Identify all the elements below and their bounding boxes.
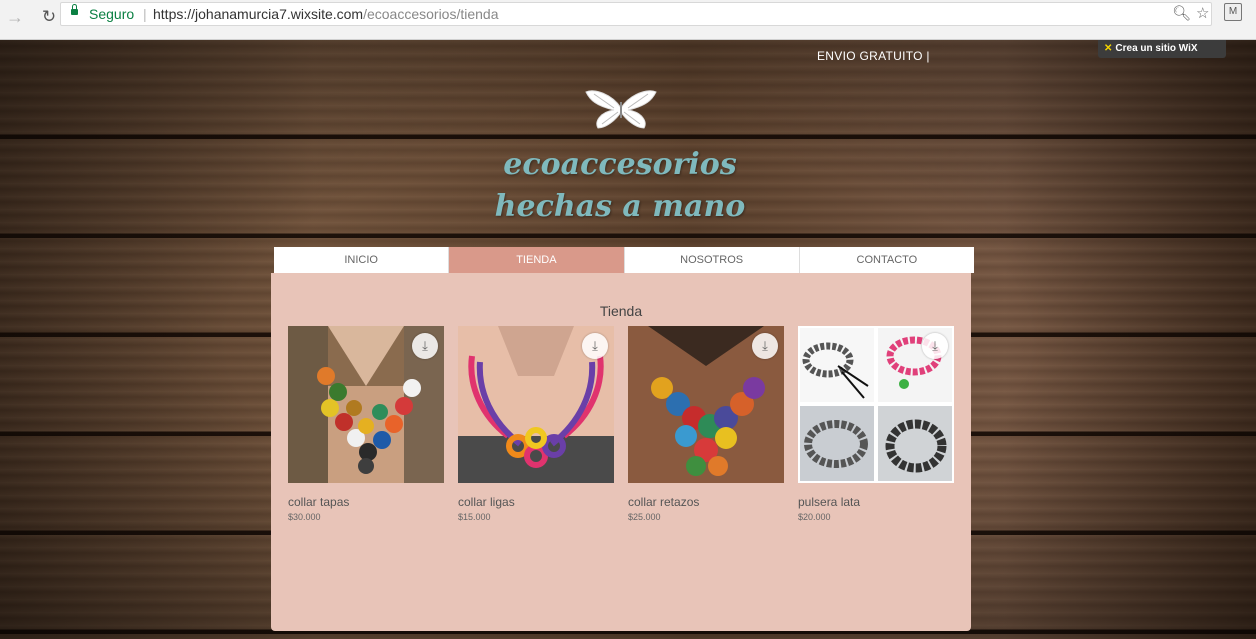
download-icon[interactable]: ⤓ [582,333,608,359]
product-card[interactable]: ⤓ collar tapas $30.000 [288,326,444,522]
download-icon[interactable]: ⤓ [752,333,778,359]
bookmark-star-icon[interactable]: ☆ [1196,4,1209,22]
browser-toolbar: → ↻ Seguro | https://johanamurcia7.wixsi… [0,0,1256,40]
product-image-collar-ligas[interactable]: ⤓ [458,326,614,483]
address-separator: | [143,6,147,22]
back-arrow-icon[interactable]: → [4,6,26,28]
url-text[interactable]: https://johanamurcia7.wixsite.com/ecoacc… [153,6,499,22]
shop-panel: Tienda ⤓ collar tapas $30.000 ⤓ collar l… [271,273,971,631]
menu-item-contacto[interactable]: CONTACTO [799,247,974,273]
page-title: Tienda [599,303,643,319]
product-price: $30.000 [288,512,321,522]
url-host: https://johanamurcia7.wixsite.com [153,6,364,22]
zoom-icon[interactable]: 🔍︎ [1172,4,1191,22]
product-card[interactable]: ⤓ collar ligas $15.000 [458,326,614,522]
menu-item-tienda[interactable]: TIENDA [449,247,625,273]
menu-item-nosotros[interactable]: NOSOTROS [624,247,800,273]
product-image-collar-tapas[interactable]: ⤓ [288,326,444,483]
main-menu: INICIO TIENDA NOSOTROS CONTACTO [274,247,974,273]
product-price: $15.000 [458,512,491,522]
wix-logo-icon: ✕ [1104,43,1113,54]
product-name[interactable]: collar retazos [628,495,784,509]
brand-line-2: hechas a mano [494,189,746,224]
free-shipping-text: ENVIO GRATUITO | [817,49,930,63]
product-name[interactable]: collar ligas [458,495,614,509]
brand-line-1: ecoaccesorios [503,147,737,182]
address-bar[interactable]: Seguro | https://johanamurcia7.wixsite.c… [60,2,1212,26]
wix-banner-label: Crea un sitio WiX [1115,43,1198,54]
menu-item-inicio[interactable]: INICIO [274,247,450,273]
product-image-pulsera-lata[interactable]: ⤓ [798,326,954,483]
product-card[interactable]: ⤓ collar retazos $25.000 [628,326,784,522]
wix-banner[interactable]: ✕ Crea un sitio WiX [1098,40,1226,58]
product-image-collar-retazos[interactable]: ⤓ [628,326,784,483]
product-card[interactable]: ⤓ pulsera lata $20.000 [798,326,954,522]
product-name[interactable]: collar tapas [288,495,444,509]
secure-label: Seguro [89,6,135,22]
butterfly-logo-icon [585,90,657,129]
lock-icon [71,4,78,15]
extension-icon[interactable]: M [1224,3,1242,21]
download-icon[interactable]: ⤓ [922,333,948,359]
brand-title: ecoaccesorios hechas a mano [420,144,820,228]
product-price: $20.000 [798,512,831,522]
product-price: $25.000 [628,512,661,522]
download-icon[interactable]: ⤓ [412,333,438,359]
url-path: /ecoaccesorios/tienda [363,6,499,22]
product-name[interactable]: pulsera lata [798,495,954,509]
reload-icon[interactable]: ↻ [38,6,60,28]
